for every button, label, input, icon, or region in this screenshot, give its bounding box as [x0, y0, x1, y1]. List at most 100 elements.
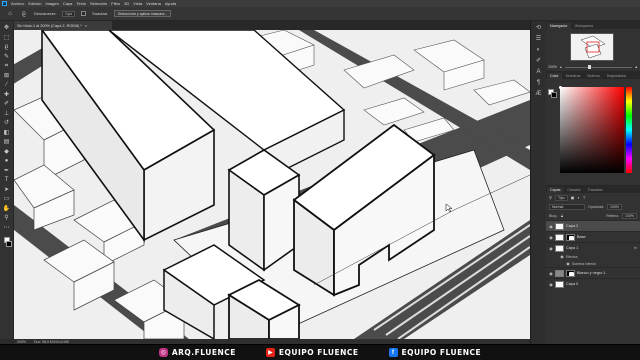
- layer-effects-badge[interactable]: fx: [634, 246, 637, 250]
- lasso-tool-preset-icon[interactable]: ϱ: [20, 10, 28, 18]
- menu-texto[interactable]: Texto: [76, 1, 86, 6]
- background-color-swatch[interactable]: [5, 240, 12, 247]
- frame-icon[interactable]: ⊠: [3, 72, 11, 80]
- stamp-icon[interactable]: ⊥: [3, 110, 11, 118]
- filter-type-icon[interactable]: T: [583, 195, 585, 200]
- pen-icon[interactable]: ✒: [3, 167, 11, 175]
- effect-name[interactable]: Sombra interior: [572, 262, 596, 266]
- visibility-eye-icon[interactable]: ◉: [549, 282, 553, 287]
- facebook-page: EQUIPO FLUENCE: [401, 348, 482, 357]
- brush-icon[interactable]: ✐: [3, 100, 11, 108]
- instagram-handle: ARQ.FLUENCE: [171, 348, 236, 357]
- menu-filtro[interactable]: Filtro: [111, 1, 120, 6]
- document-tab[interactable]: Sin título-1 al 200% (Capa 2, RGB/8) * ×: [14, 21, 112, 30]
- shape-icon[interactable]: ▭: [3, 195, 11, 203]
- visibility-eye-icon[interactable]: ◉: [549, 246, 553, 251]
- document-tab-bar: Sin título-1 al 200% (Capa 2, RGB/8) * ×: [14, 21, 530, 30]
- blur-icon[interactable]: ◆: [3, 148, 11, 156]
- zoom-level[interactable]: 200%: [17, 340, 26, 344]
- visibility-eye-icon[interactable]: ◉: [549, 271, 553, 276]
- marquee-icon[interactable]: ⬚: [3, 34, 11, 42]
- layer-thumbnail: [555, 280, 564, 288]
- layer-mask-thumbnail[interactable]: [566, 269, 575, 277]
- select-and-mask-button[interactable]: Seleccionar y aplicar máscara...: [113, 10, 172, 17]
- navigator-zoom-slider[interactable]: [564, 65, 632, 69]
- layer-row[interactable]: ◉ Capa 0: [546, 278, 640, 289]
- menu-3d[interactable]: 3D: [124, 1, 129, 6]
- menu-edicion[interactable]: Edición: [28, 1, 41, 6]
- home-icon[interactable]: ⌂: [6, 10, 14, 18]
- hue-slider[interactable]: [626, 87, 632, 173]
- zoom-icon[interactable]: ⚲: [3, 214, 11, 222]
- move-icon[interactable]: ✥: [3, 24, 11, 32]
- fill-input[interactable]: 100%: [622, 212, 637, 219]
- character-icon[interactable]: A: [535, 68, 543, 76]
- antialias-checkbox[interactable]: [81, 11, 87, 16]
- visibility-eye-icon[interactable]: ◉: [549, 224, 553, 229]
- layer-name[interactable]: Base: [577, 235, 586, 239]
- menu-vista[interactable]: Vista: [133, 1, 142, 6]
- color-picker-cursor[interactable]: [559, 86, 562, 89]
- eyedropper-icon[interactable]: ⁄: [3, 81, 11, 89]
- hand-icon[interactable]: ✋: [3, 205, 11, 213]
- layer-name[interactable]: Capa 1: [566, 246, 578, 250]
- zoom-in-icon[interactable]: ▲: [635, 65, 638, 69]
- instagram-brand: ◎ ARQ.FLUENCE: [158, 348, 236, 357]
- lock-icon[interactable]: 🔒︎: [561, 213, 563, 218]
- menu-imagen[interactable]: Imagen: [45, 1, 58, 6]
- layer-filter-select[interactable]: Tipo: [554, 194, 568, 201]
- background-swatch[interactable]: [551, 92, 557, 98]
- layer-mask-thumbnail[interactable]: [566, 233, 575, 241]
- menu-ventana[interactable]: Ventana: [146, 1, 161, 6]
- layer-name[interactable]: Capa 2: [566, 224, 578, 228]
- filter-image-icon[interactable]: ▣: [571, 195, 575, 200]
- dodge-icon[interactable]: ●: [3, 157, 11, 165]
- more-tools-icon[interactable]: ⋯: [3, 224, 11, 232]
- paragraph-icon[interactable]: ¶: [535, 79, 543, 87]
- path-select-icon[interactable]: ➤: [3, 186, 11, 194]
- document-canvas[interactable]: [14, 30, 530, 339]
- visibility-eye-icon[interactable]: ◉: [566, 261, 570, 266]
- brush-settings-icon[interactable]: ✐: [535, 57, 543, 65]
- opacity-input[interactable]: 100%: [606, 203, 622, 210]
- adjustment-layer-row[interactable]: ◉ Blanco y negro 1: [546, 267, 640, 278]
- right-panels: Navegador Histograma 200% ▴ ▲ Color Mues…: [546, 21, 640, 352]
- layer-name[interactable]: Capa 0: [566, 282, 578, 286]
- lasso-icon[interactable]: ϱ: [3, 43, 11, 51]
- type-icon[interactable]: T: [3, 176, 11, 184]
- menu-seleccion[interactable]: Selección: [90, 1, 107, 6]
- eraser-icon[interactable]: ◧: [3, 129, 11, 137]
- layer-row[interactable]: ◉ Capa 1 fx: [546, 242, 640, 253]
- menu-ayuda[interactable]: Ayuda: [165, 1, 176, 6]
- history-icon[interactable]: ⟲: [535, 24, 543, 32]
- layer-row[interactable]: ◉ Base: [546, 231, 640, 242]
- color-tabs: Color Muestras Motivos Degradados: [546, 71, 640, 79]
- menu-archivo[interactable]: Archivo: [11, 1, 24, 6]
- visibility-eye-icon[interactable]: ◉: [549, 235, 553, 240]
- crop-icon[interactable]: ⌗: [3, 62, 11, 70]
- healing-icon[interactable]: ✚: [3, 91, 11, 99]
- color-panel: [546, 79, 640, 185]
- quick-select-icon[interactable]: ✎: [3, 53, 11, 61]
- filter-adjust-icon[interactable]: ◐: [577, 195, 579, 200]
- visibility-eye-icon[interactable]: ◉: [560, 254, 564, 259]
- history-brush-icon[interactable]: ↺: [3, 119, 11, 127]
- navigator-thumbnail[interactable]: [570, 33, 614, 61]
- layer-name[interactable]: Blanco y negro 1: [577, 271, 606, 275]
- gradient-icon[interactable]: ▤: [3, 138, 11, 146]
- properties-icon[interactable]: ☰: [535, 35, 543, 43]
- zoom-out-icon[interactable]: ▴: [560, 65, 562, 69]
- color-fg-bg-swatches[interactable]: [548, 89, 557, 98]
- glyphs-icon[interactable]: Æ: [535, 90, 543, 98]
- navigator-zoom-value[interactable]: 200%: [548, 65, 557, 69]
- opacity-label: Opacidad:: [588, 204, 604, 209]
- menu-capa[interactable]: Capa: [63, 1, 73, 6]
- layer-row[interactable]: ◉ Capa 2: [546, 220, 640, 231]
- color-picker-field[interactable]: [559, 86, 624, 173]
- feather-input[interactable]: 0 px: [62, 10, 76, 17]
- navigator-zoom-knob[interactable]: [588, 65, 592, 69]
- adjustments-icon[interactable]: ◐: [535, 46, 543, 54]
- effect-item[interactable]: ◉ Sombra interior: [546, 260, 640, 267]
- blend-mode-select[interactable]: Normal: [549, 203, 585, 210]
- close-icon[interactable]: ×: [85, 24, 87, 28]
